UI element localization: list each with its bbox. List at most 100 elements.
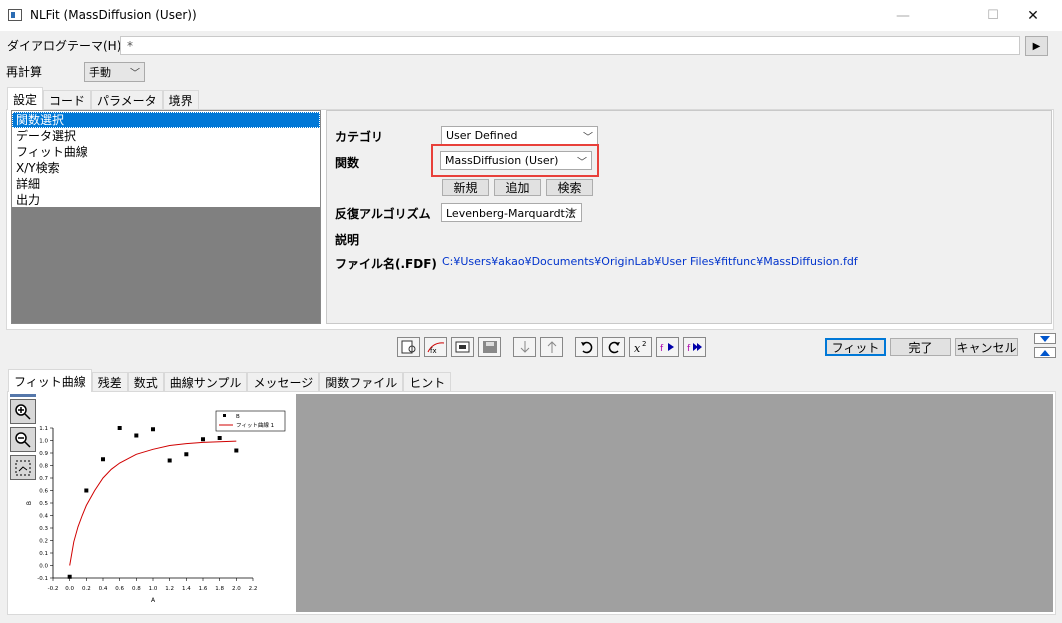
function-select[interactable]: MassDiffusion (User) ﹀	[440, 151, 592, 170]
category-select[interactable]: User Defined ﹀	[441, 126, 598, 145]
recalc-label: 再計算	[6, 65, 43, 79]
chevron-down-icon: ﹀	[577, 157, 587, 168]
tab-sample-curve[interactable]: 曲線サンプル	[163, 372, 248, 392]
tab-messages[interactable]: メッセージ	[247, 372, 320, 392]
theme-field[interactable]: *	[120, 36, 1020, 55]
chevron-down-icon: ﹀	[583, 132, 593, 143]
category-value: User Defined	[446, 129, 518, 142]
undo-icon[interactable]	[575, 337, 598, 357]
window-title: NLFit (MassDiffusion (User))	[30, 8, 197, 22]
list-item-function-select[interactable]: 関数選択	[12, 112, 320, 128]
parameter-init-icon[interactable]	[397, 337, 420, 357]
zoom-out-icon[interactable]	[10, 427, 36, 452]
zoom-fit-icon[interactable]	[10, 455, 36, 480]
legend-label-b: B	[236, 414, 240, 420]
recalc-select[interactable]: 手動 ﹀	[84, 62, 145, 82]
chart-toolbar-handle	[10, 394, 36, 397]
collapse-up-button[interactable]	[1034, 347, 1056, 358]
theme-label: ダイアログテーマ(H)	[7, 39, 122, 53]
y-tick-label: 0.8	[39, 464, 48, 470]
tab-function-file[interactable]: 関数ファイル	[319, 372, 404, 392]
list-item-output[interactable]: 出力	[12, 192, 320, 208]
y-tick-label: 0.4	[39, 514, 48, 520]
data-point	[217, 436, 222, 440]
x-tick-label: 0.2	[82, 586, 91, 592]
svg-text:2: 2	[642, 340, 646, 348]
new-button[interactable]: 新規	[442, 179, 489, 196]
x-tick-label: -0.2	[48, 586, 59, 592]
list-item-xy-search[interactable]: X/Y検索	[12, 160, 320, 176]
x-tick-label: 1.2	[165, 586, 174, 592]
chevron-down-icon: ﹀	[130, 68, 140, 80]
y-tick-label: 0.0	[39, 564, 48, 570]
save-icon[interactable]	[478, 337, 501, 357]
x-tick-label: 1.8	[215, 586, 224, 592]
sort-up-icon[interactable]	[540, 337, 563, 357]
cancel-button[interactable]: キャンセル	[955, 338, 1018, 356]
data-point	[234, 448, 239, 453]
sort-down-icon[interactable]	[513, 337, 536, 357]
y-axis-label: B	[26, 501, 33, 505]
svg-text:f: f	[660, 344, 664, 354]
x-tick-label: 0.0	[65, 586, 74, 592]
search-button[interactable]: 検索	[546, 179, 593, 196]
preview-tabstrip: フィット曲線 残差 数式 曲線サンプル メッセージ 関数ファイル ヒント	[8, 368, 452, 392]
y-tick-label: 0.9	[39, 451, 48, 457]
y-tick-label: 0.6	[39, 489, 48, 495]
svg-text:x: x	[634, 342, 641, 354]
x-tick-label: 2.0	[232, 586, 241, 592]
tab-residuals[interactable]: 残差	[91, 372, 128, 392]
data-point	[134, 433, 139, 438]
y-tick-label: 1.1	[39, 426, 48, 432]
done-button[interactable]: 完了	[890, 338, 951, 356]
y-tick-label: 0.2	[39, 539, 48, 545]
minimize-button[interactable]: —	[880, 0, 926, 31]
collapse-down-button[interactable]	[1034, 333, 1056, 344]
tab-formula[interactable]: 数式	[127, 372, 164, 392]
add-button[interactable]: 追加	[494, 179, 541, 196]
settings-list[interactable]: 関数選択 データ選択 フィット曲線 X/Y検索 詳細 出力	[11, 110, 321, 324]
function-value: MassDiffusion (User)	[445, 154, 559, 167]
algorithm-select[interactable]: Levenberg-Marquardt法 ﹀	[441, 203, 582, 222]
fit-until-converged-icon[interactable]: f	[683, 337, 706, 357]
legend-label-fit: フィット曲線 1	[236, 421, 274, 429]
x-tick-label: 2.2	[249, 586, 258, 592]
fit-curve-icon[interactable]: fx	[424, 337, 447, 357]
filename-label: ファイル名(.FDF)	[335, 257, 437, 271]
x-tick-label: 1.0	[149, 586, 158, 592]
tab-parameters[interactable]: パラメータ	[91, 90, 163, 110]
data-point	[84, 488, 89, 493]
y-tick-label: -0.1	[37, 576, 48, 582]
chi-square-icon[interactable]: x2	[629, 337, 652, 357]
redo-icon[interactable]	[602, 337, 625, 357]
legend-marker-b	[223, 414, 226, 417]
list-item-fit-curve[interactable]: フィット曲線	[12, 144, 320, 160]
y-tick-label: 0.5	[39, 501, 48, 507]
function-panel	[326, 110, 1052, 324]
category-label: カテゴリ	[335, 130, 384, 144]
svg-text:f: f	[687, 344, 691, 354]
x-tick-label: 1.6	[199, 586, 208, 592]
tab-hints[interactable]: ヒント	[403, 372, 452, 392]
copy-icon[interactable]	[451, 337, 474, 357]
tab-settings[interactable]: 設定	[7, 87, 44, 110]
theme-play-button[interactable]: ▶	[1025, 36, 1048, 56]
tab-bounds[interactable]: 境界	[162, 90, 199, 110]
one-iteration-icon[interactable]: f	[656, 337, 679, 357]
tab-fit-curve[interactable]: フィット曲線	[8, 369, 92, 392]
y-tick-label: 0.3	[39, 526, 48, 532]
x-tick-label: 0.8	[132, 586, 141, 592]
list-item-advanced[interactable]: 詳細	[12, 176, 320, 192]
data-point	[151, 427, 155, 432]
app-icon	[8, 9, 22, 21]
close-button[interactable]: ✕	[1010, 0, 1056, 31]
list-item-data-select[interactable]: データ選択	[12, 128, 320, 144]
fit-button[interactable]: フィット	[825, 338, 886, 356]
title-bar: NLFit (MassDiffusion (User)) — ☐ ✕	[0, 0, 1062, 31]
theme-value: *	[127, 39, 133, 53]
filename-value[interactable]: C:¥Users¥akao¥Documents¥OriginLab¥User F…	[442, 255, 858, 268]
tab-code[interactable]: コード	[43, 90, 92, 110]
triangle-up-icon	[1040, 349, 1050, 356]
preview-empty-area	[296, 394, 1053, 612]
zoom-in-icon[interactable]	[10, 399, 36, 424]
